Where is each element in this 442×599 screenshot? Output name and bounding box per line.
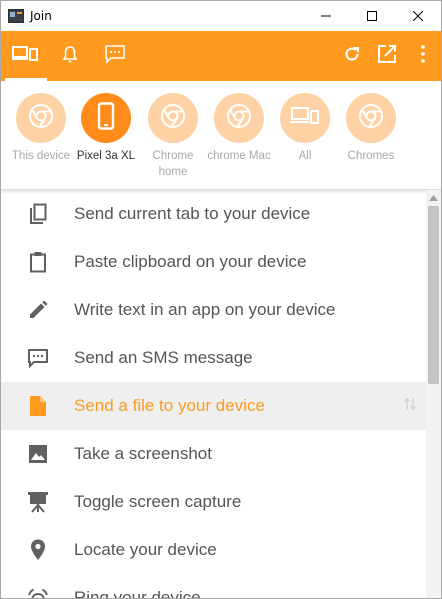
action-label: Take a screenshot bbox=[74, 444, 212, 463]
device-pixel-3a-xl[interactable]: Pixel 3a XL bbox=[73, 93, 139, 164]
message-icon bbox=[104, 44, 126, 69]
refresh-icon bbox=[343, 45, 361, 68]
tab-notifications[interactable] bbox=[48, 31, 92, 81]
open-external-button[interactable] bbox=[373, 31, 401, 81]
join-window: Join This device Pixel 3a XL Chrome home… bbox=[0, 0, 442, 599]
scrollbar-thumb[interactable] bbox=[428, 206, 439, 384]
action-locate-device[interactable]: Locate your device bbox=[1, 526, 426, 574]
tab-sms[interactable] bbox=[93, 31, 137, 81]
minimize-button[interactable] bbox=[303, 1, 349, 31]
window-title: Join bbox=[30, 9, 52, 23]
device-selector: This device Pixel 3a XL Chrome home chro… bbox=[1, 81, 441, 190]
device-label: chrome Mac bbox=[207, 150, 271, 162]
action-ring-device[interactable]: Ring your device bbox=[1, 574, 426, 599]
chrome-icon bbox=[226, 103, 252, 134]
image-icon bbox=[26, 442, 50, 466]
action-label: Locate your device bbox=[74, 540, 217, 559]
chrome-icon bbox=[358, 103, 384, 134]
clipboard-icon bbox=[26, 250, 50, 274]
device-avatar bbox=[280, 93, 330, 143]
device-label: Chromes bbox=[347, 150, 395, 162]
screen-capture-icon bbox=[26, 490, 50, 514]
bell-icon bbox=[62, 45, 78, 68]
more-vert-icon bbox=[421, 44, 425, 68]
devices-icon bbox=[12, 44, 38, 69]
actions-list: Send current tab to your device Paste cl… bbox=[1, 190, 426, 599]
chrome-icon bbox=[160, 103, 186, 134]
scroll-up-arrow-icon[interactable] bbox=[428, 193, 439, 203]
more-menu-button[interactable] bbox=[413, 31, 433, 81]
action-label: Write text in an app on your device bbox=[74, 300, 336, 319]
device-all[interactable]: All bbox=[272, 93, 338, 164]
action-toggle-screen-capture[interactable]: Toggle screen capture bbox=[1, 478, 426, 526]
device-label: This device bbox=[11, 150, 71, 162]
device-this-device[interactable]: This device bbox=[8, 93, 74, 164]
device-avatar bbox=[148, 93, 198, 143]
device-label: All bbox=[298, 150, 312, 162]
action-label: Send an SMS message bbox=[74, 348, 253, 367]
action-paste-clipboard[interactable]: Paste clipboard on your device bbox=[1, 238, 426, 286]
device-avatar bbox=[214, 93, 264, 143]
file-icon bbox=[26, 394, 50, 418]
action-label: Send a file to your device bbox=[74, 396, 265, 415]
join-app-icon bbox=[8, 8, 24, 24]
action-label: Paste clipboard on your device bbox=[74, 252, 307, 271]
location-pin-icon bbox=[26, 538, 50, 562]
ring-icon bbox=[26, 586, 50, 598]
action-label: Send current tab to your device bbox=[74, 204, 311, 223]
toolbar bbox=[1, 31, 441, 81]
device-label: Chrome home bbox=[152, 150, 194, 178]
device-label: Pixel 3a XL bbox=[76, 150, 136, 162]
chrome-icon bbox=[28, 103, 54, 134]
title-bar: Join bbox=[1, 1, 441, 31]
sms-icon bbox=[26, 346, 50, 370]
device-chrome-mac[interactable]: chrome Mac bbox=[206, 93, 272, 164]
copy-icon bbox=[26, 202, 50, 226]
drag-handle-icon[interactable] bbox=[404, 396, 416, 417]
device-avatar bbox=[81, 93, 131, 143]
device-chromes[interactable]: Chromes bbox=[338, 93, 404, 164]
action-write-text[interactable]: Write text in an app on your device bbox=[1, 286, 426, 334]
device-avatar bbox=[16, 93, 66, 143]
device-chrome-home[interactable]: Chrome home bbox=[140, 93, 206, 180]
open-external-icon bbox=[377, 44, 397, 69]
vertical-scrollbar[interactable] bbox=[426, 190, 441, 598]
action-send-sms[interactable]: Send an SMS message bbox=[1, 334, 426, 382]
phone-icon bbox=[97, 101, 115, 135]
tab-devices[interactable] bbox=[3, 31, 47, 81]
action-send-tab[interactable]: Send current tab to your device bbox=[1, 190, 426, 238]
action-take-screenshot[interactable]: Take a screenshot bbox=[1, 430, 426, 478]
refresh-button[interactable] bbox=[338, 31, 366, 81]
action-label: Toggle screen capture bbox=[74, 492, 242, 511]
close-button[interactable] bbox=[395, 1, 441, 31]
action-label: Ring your device bbox=[74, 588, 201, 599]
device-avatar bbox=[346, 93, 396, 143]
pencil-icon bbox=[26, 298, 50, 322]
devices-icon bbox=[290, 105, 320, 132]
action-send-file[interactable]: Send a file to your device bbox=[1, 382, 426, 430]
maximize-button[interactable] bbox=[349, 1, 395, 31]
